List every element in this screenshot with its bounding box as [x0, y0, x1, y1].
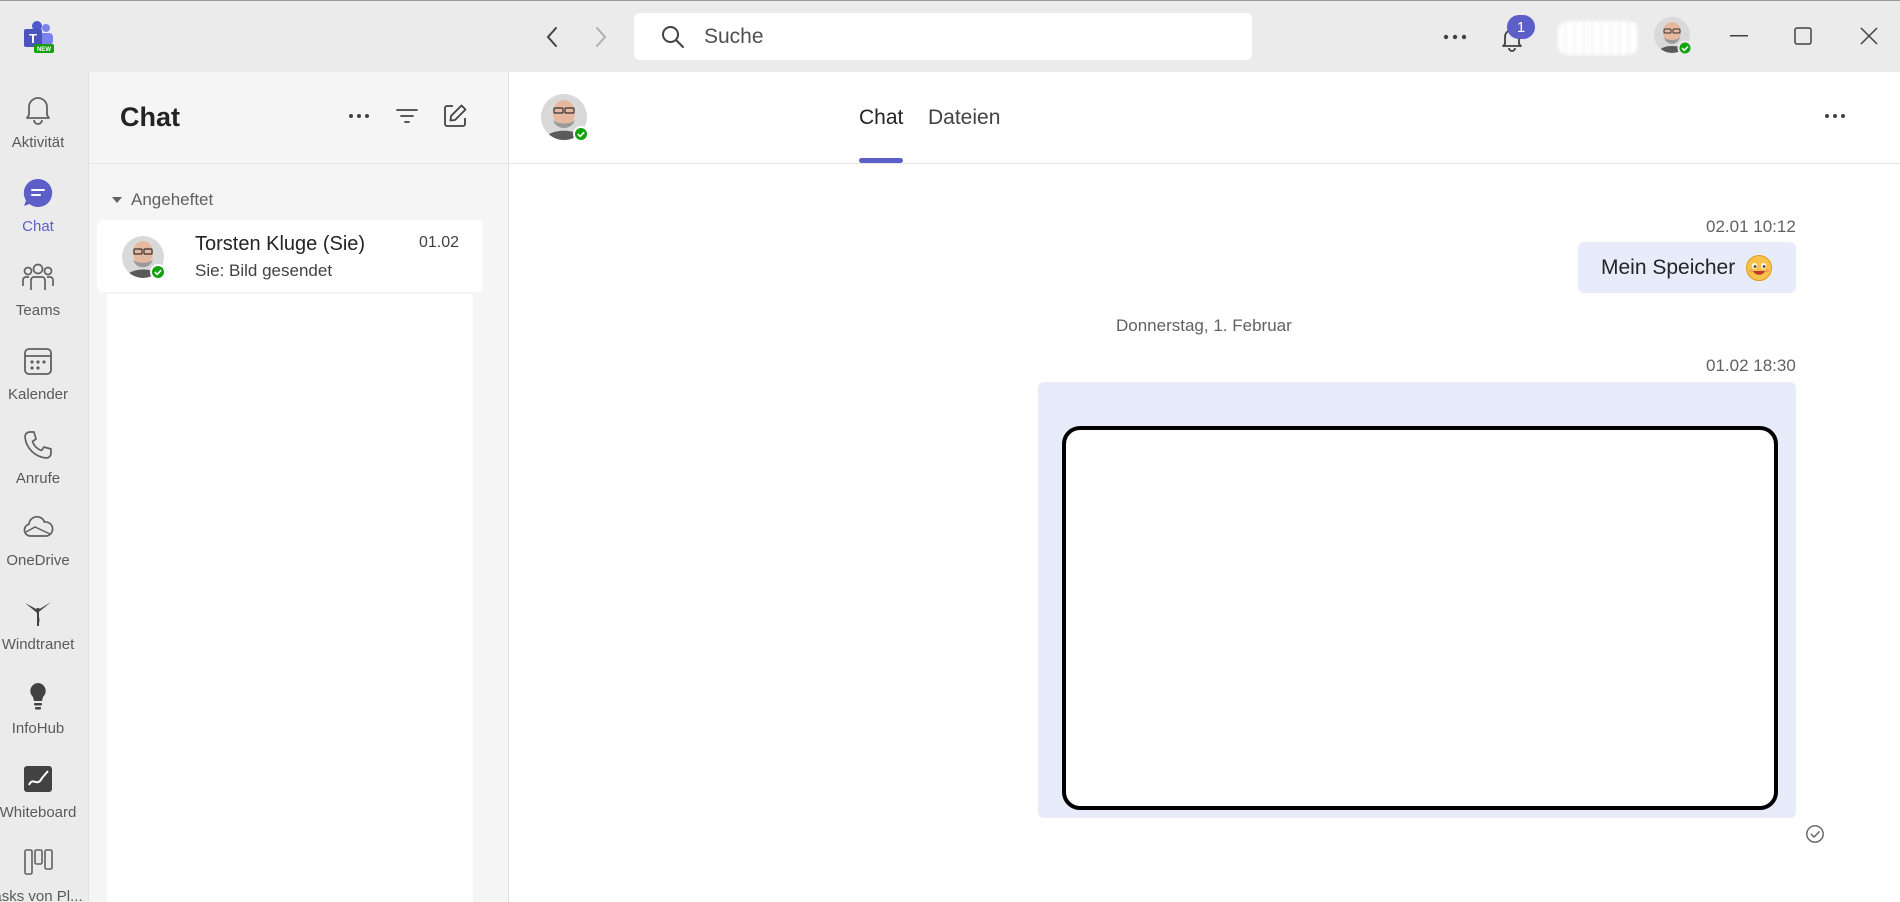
conversation-more-button[interactable] — [1819, 100, 1851, 132]
wind-turbine-icon — [25, 602, 51, 626]
minimize-icon — [1730, 35, 1748, 37]
rail-label: InfoHub — [11, 720, 65, 737]
rail-item-chat[interactable]: Chat — [0, 166, 76, 246]
read-receipt-icon — [1806, 825, 1824, 843]
forward-button[interactable] — [587, 23, 615, 51]
planner-icon — [24, 849, 53, 875]
message-bubble[interactable]: Mein Speicher — [1578, 242, 1796, 293]
app-rail: Aktivität Chat Teams Kalender Anrufe One… — [0, 72, 88, 902]
rail-label: Whiteboard — [0, 804, 77, 821]
chevron-left-icon — [546, 27, 557, 47]
rail-label: Kalender — [7, 386, 69, 403]
chat-list-empty-area — [107, 294, 473, 902]
search-icon — [662, 25, 684, 48]
rail-label: Windtranet — [1, 636, 75, 653]
more-horizontal-icon — [1825, 114, 1845, 118]
rail-item-whiteboard[interactable]: Whiteboard — [0, 752, 76, 832]
account-name-redacted — [1558, 21, 1638, 55]
calendar-icon — [24, 348, 52, 375]
rail-label: Chat — [22, 218, 54, 235]
close-icon — [1860, 27, 1878, 45]
back-button[interactable] — [538, 23, 566, 51]
rail-label: asks von Pl... — [0, 888, 83, 902]
rail-label: OneDrive — [6, 552, 70, 569]
chat-preview-text: Sie: Bild gesendet — [195, 261, 333, 280]
caret-down-icon — [112, 197, 122, 203]
active-tab-indicator — [859, 158, 903, 163]
notification-badge: 1 — [1507, 15, 1535, 39]
more-horizontal-icon — [349, 114, 369, 118]
new-chat-button[interactable] — [439, 100, 471, 132]
rail-item-teams[interactable]: Teams — [0, 250, 76, 330]
search-box[interactable] — [634, 13, 1252, 60]
message-text: Mein Speicher — [1601, 255, 1736, 279]
close-button[interactable] — [1852, 19, 1886, 53]
chat-list-item[interactable]: Torsten Kluge (Sie) Sie: Bild gesendet 0… — [97, 220, 483, 292]
conversation-header: Chat Dateien — [509, 72, 1900, 164]
svg-text:T: T — [29, 31, 37, 46]
message-timestamp: 02.01 10:12 — [1706, 217, 1796, 236]
more-horizontal-icon — [1443, 34, 1467, 40]
cloud-icon — [23, 515, 54, 537]
chat-icon — [23, 178, 53, 207]
rail-item-onedrive[interactable]: OneDrive — [0, 500, 76, 580]
phone-icon — [24, 431, 52, 459]
filter-button[interactable] — [391, 100, 423, 132]
rail-item-infohub[interactable]: InfoHub — [0, 668, 76, 748]
rail-item-calls[interactable]: Anrufe — [0, 418, 76, 498]
chat-list-more-button[interactable] — [343, 100, 375, 132]
smiley-emoji-icon — [1746, 254, 1773, 281]
svg-text:NEW: NEW — [37, 47, 51, 53]
pinned-section-toggle[interactable]: Angeheftet — [111, 190, 213, 210]
bell-icon — [26, 97, 50, 125]
teams-people-icon — [22, 263, 54, 290]
filter-icon — [396, 109, 418, 123]
conversation-pane: Chat Dateien 02.01 10:12 Mein Speicher D… — [508, 72, 1900, 902]
conversation-avatar[interactable] — [539, 92, 589, 142]
image-attachment[interactable] — [1062, 426, 1778, 810]
rail-label: Aktivität — [11, 134, 65, 151]
compose-icon — [444, 104, 467, 127]
whiteboard-icon — [24, 766, 52, 792]
tab-files[interactable]: Dateien — [928, 106, 1000, 130]
rail-item-calendar[interactable]: Kalender — [0, 334, 76, 414]
pinned-section-label: Angeheftet — [131, 190, 214, 209]
lightbulb-icon — [30, 683, 46, 710]
contact-avatar — [122, 236, 166, 280]
minimize-button[interactable] — [1722, 19, 1756, 53]
chat-list-header: Chat — [89, 72, 508, 164]
chevron-right-icon — [596, 27, 607, 47]
rail-label: Teams — [15, 302, 61, 319]
tab-chat[interactable]: Chat — [859, 106, 903, 130]
title-bar: T NEW 1 — [0, 0, 1900, 72]
chat-list-pane: Chat Angeheftet Torsten Kluge (Sie) Sie:… — [88, 72, 508, 902]
image-message-bubble[interactable] — [1038, 382, 1796, 818]
teams-logo-icon[interactable]: T NEW — [20, 19, 56, 55]
date-separator: Donnerstag, 1. Februar — [1116, 316, 1292, 335]
rail-item-activity[interactable]: Aktivität — [0, 82, 76, 162]
chat-contact-name: Torsten Kluge (Sie) — [195, 233, 366, 255]
maximize-icon — [1794, 27, 1812, 45]
rail-label: Anrufe — [15, 470, 61, 487]
chat-list-title: Chat — [120, 102, 180, 132]
rail-item-tasks[interactable]: asks von Pl... — [0, 836, 83, 902]
chat-timestamp: 01.02 — [418, 234, 459, 251]
rail-item-windtranet[interactable]: Windtranet — [0, 584, 76, 664]
more-options-button[interactable] — [1440, 23, 1470, 51]
maximize-button[interactable] — [1786, 19, 1820, 53]
search-input[interactable] — [704, 24, 1204, 49]
message-timestamp: 01.02 18:30 — [1706, 356, 1796, 375]
profile-avatar[interactable] — [1652, 15, 1692, 55]
